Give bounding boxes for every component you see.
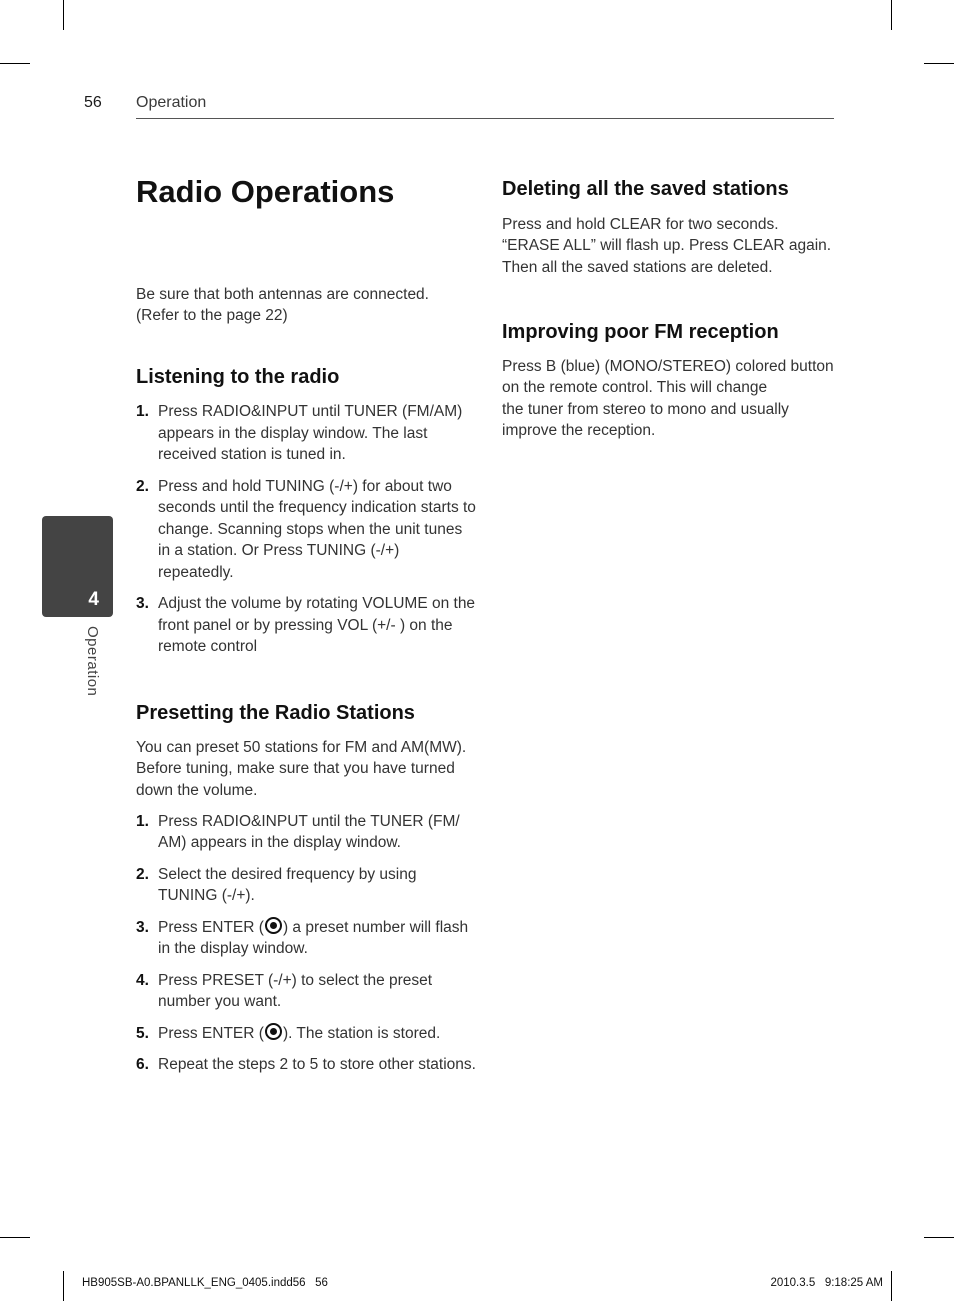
crop-mark — [891, 0, 892, 30]
chapter-number: 4 — [88, 589, 99, 610]
section-listening: Listening to the radio 1. Press RADIO&IN… — [136, 366, 476, 658]
step-number: 6. — [136, 1056, 149, 1074]
step-text: Repeat the steps 2 to 5 to store other s… — [158, 1056, 476, 1074]
presetting-steps: 1. Press RADIO&INPUT until the TUNER (FM… — [136, 811, 478, 1076]
step-item: 2. Select the desired frequency by using… — [136, 864, 478, 907]
slug-timestamp: 2010.3.5 9:18:25 AM — [770, 1277, 883, 1289]
section-heading: Listening to the radio — [136, 366, 340, 388]
body-line: on the remote control. This will change — [502, 379, 768, 397]
step-number: 3. — [136, 595, 149, 612]
header-divider — [136, 118, 834, 119]
step-text: Press RADIO&INPUT until TUNER (FM/AM) ap… — [158, 403, 463, 463]
page-title: Radio Operations — [136, 174, 395, 209]
chapter-tab: 4 — [42, 516, 113, 617]
step-item: 3. Press ENTER () a preset number will f… — [136, 916, 478, 960]
body-line: Then all the saved stations are deleted. — [502, 258, 773, 276]
step-number: 3. — [136, 918, 149, 936]
crop-mark — [924, 63, 954, 64]
listening-steps: 1. Press RADIO&INPUT until TUNER (FM/AM)… — [136, 401, 476, 658]
step-text-before: Press ENTER ( — [158, 1024, 264, 1042]
step-text: Press and hold TUNING (-/+) for about tw… — [158, 477, 476, 581]
running-header: Operation — [136, 94, 207, 111]
step-text-after: ). The station is stored. — [282, 1024, 441, 1042]
body-line: Press and hold CLEAR for two seconds. — [502, 216, 779, 233]
step-item: 2. Press and hold TUNING (-/+) for about… — [136, 476, 476, 584]
step-number: 1. — [136, 403, 149, 420]
section-presetting: Presetting the Radio Stations You can pr… — [136, 702, 478, 1076]
enter-icon — [264, 1022, 282, 1040]
step-text: Adjust the volume by rotating VOLUME on … — [158, 595, 476, 655]
step-text-before: Press ENTER ( — [158, 918, 264, 936]
crop-mark — [0, 1237, 30, 1238]
body-line: “ERASE ALL” will flash up. Press CLEAR a… — [502, 237, 832, 255]
intro-line: Be sure that both antennas are connected… — [136, 286, 429, 303]
crop-mark — [63, 1271, 64, 1301]
body-line: improve the reception. — [502, 421, 656, 439]
slug-filename: HB905SB-A0.BPANLLK_ENG_0405.indd56 56 — [82, 1277, 328, 1289]
crop-mark — [63, 0, 64, 30]
step-item: 6. Repeat the steps 2 to 5 to store othe… — [136, 1054, 478, 1076]
crop-mark — [0, 63, 30, 64]
section-heading: Improving poor FM reception — [502, 321, 779, 343]
step-number: 2. — [136, 865, 149, 883]
step-text: Press PRESET (-/+) to select the preset … — [158, 971, 433, 1011]
section-intro: You can preset 50 stations for FM and AM… — [136, 739, 467, 799]
body-line: Press B (blue) (MONO/STEREO) colored but… — [502, 358, 834, 375]
step-number: 5. — [136, 1024, 149, 1042]
enter-icon — [264, 916, 282, 934]
step-item: 1. Press RADIO&INPUT until the TUNER (FM… — [136, 811, 478, 854]
section-improving: Improving poor FM reception Press B (blu… — [502, 321, 842, 441]
step-item: 4. Press PRESET (-/+) to select the pres… — [136, 970, 478, 1013]
step-number: 4. — [136, 971, 149, 989]
step-text: Select the desired frequency by using TU… — [158, 865, 417, 905]
step-number: 2. — [136, 477, 149, 495]
section-deleting: Deleting all the saved stations Press an… — [502, 178, 842, 278]
page-number: 56 — [84, 94, 102, 111]
section-heading: Presetting the Radio Stations — [136, 702, 415, 724]
chapter-label: Operation — [84, 626, 101, 697]
intro-line: (Refer to the page 22) — [136, 307, 288, 325]
intro-paragraph: Be sure that both antennas are connected… — [136, 284, 476, 327]
crop-mark — [924, 1237, 954, 1238]
step-number: 1. — [136, 812, 149, 830]
step-item: 1. Press RADIO&INPUT until TUNER (FM/AM)… — [136, 401, 476, 466]
step-item: 5. Press ENTER ( ). The station is stored… — [136, 1022, 478, 1045]
section-heading: Deleting all the saved stations — [502, 178, 789, 200]
crop-mark — [891, 1271, 892, 1301]
body-line: the tuner from stereo to mono and usuall… — [502, 400, 789, 418]
step-item: 3. Adjust the volume by rotating VOLUME … — [136, 593, 476, 658]
step-text: Press RADIO&INPUT until the TUNER (FM/ A… — [158, 812, 460, 852]
